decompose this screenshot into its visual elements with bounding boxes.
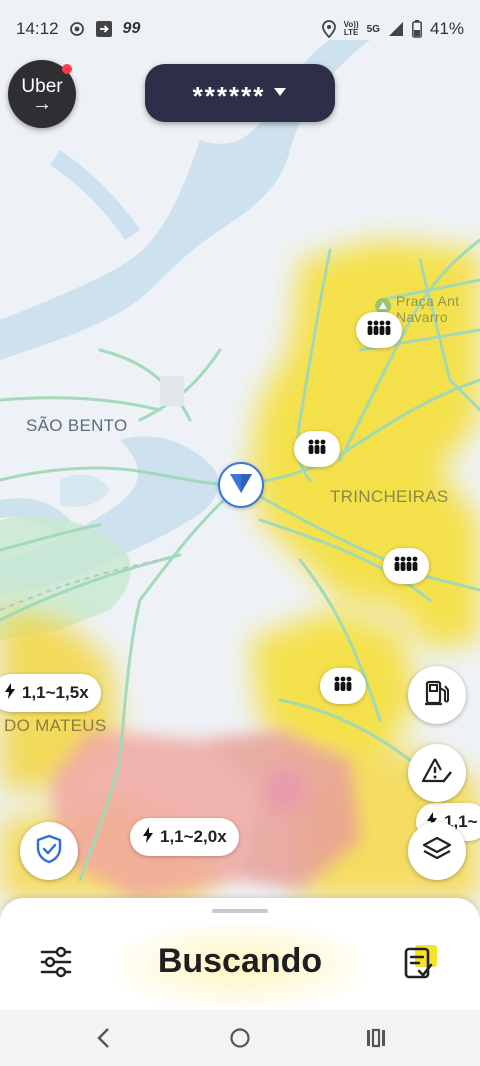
poi-line-1: Praça Ant bbox=[396, 293, 460, 309]
battery-percent: 41% bbox=[429, 19, 464, 38]
map-label-do-mateus: DO MATEUS bbox=[4, 716, 107, 735]
back-button[interactable] bbox=[89, 1023, 119, 1053]
task-list-icon bbox=[401, 943, 439, 986]
crowd-marker[interactable] bbox=[294, 431, 340, 467]
volte-indicator: Vo)) LTE bbox=[344, 21, 359, 37]
exit-box-icon bbox=[95, 20, 113, 38]
poi-line-2: Navarro bbox=[396, 309, 448, 325]
battery-icon bbox=[412, 20, 422, 38]
signal-icon bbox=[388, 21, 404, 37]
warning-icon bbox=[421, 756, 453, 791]
back-chevron-icon bbox=[97, 1028, 109, 1048]
system-nav-bar bbox=[0, 1010, 480, 1066]
crowd-icon bbox=[393, 556, 419, 577]
app-badge-99: 99 bbox=[122, 20, 141, 37]
bottom-sheet[interactable]: Buscando bbox=[0, 898, 480, 1010]
status-bar: 14:12 99 Vo)) LTE 5G 41% bbox=[0, 0, 480, 58]
crowd-icon bbox=[307, 439, 327, 460]
location-target-icon bbox=[69, 21, 85, 37]
network-type: 5G bbox=[366, 23, 380, 35]
recents-icon bbox=[367, 1028, 385, 1048]
map-label-sao-bento: SÃO BENTO bbox=[26, 416, 128, 435]
earnings-toggle[interactable]: ****** bbox=[145, 64, 335, 122]
notification-dot bbox=[62, 64, 72, 74]
status-left: 14:12 99 bbox=[16, 19, 140, 39]
crowd-icon bbox=[366, 320, 392, 341]
map-label-poi: Praça Ant Navarro bbox=[396, 293, 459, 325]
report-alert-button[interactable] bbox=[408, 744, 466, 802]
trip-requests-button[interactable] bbox=[400, 944, 440, 984]
earnings-masked-value: ****** bbox=[192, 80, 266, 111]
crowd-marker[interactable] bbox=[320, 668, 366, 704]
layers-icon bbox=[422, 835, 452, 868]
surge-multiplier: 1,1~1,5x bbox=[22, 683, 89, 702]
shield-check-icon bbox=[35, 834, 63, 869]
location-pin-icon bbox=[321, 20, 336, 38]
sheet-drag-handle[interactable] bbox=[212, 909, 268, 913]
home-button[interactable] bbox=[225, 1023, 255, 1053]
status-right: Vo)) LTE 5G 41% bbox=[321, 19, 464, 39]
driver-status-text: Buscando bbox=[157, 942, 323, 980]
fuel-pump-icon bbox=[422, 678, 452, 713]
status-time: 14:12 bbox=[16, 19, 59, 38]
volte-bottom: LTE bbox=[343, 28, 359, 37]
lightning-icon bbox=[4, 682, 16, 704]
recents-button[interactable] bbox=[361, 1023, 391, 1053]
surge-multiplier: 1,1~2,0x bbox=[160, 827, 227, 846]
sliders-icon bbox=[39, 946, 73, 983]
home-circle-icon bbox=[230, 1028, 250, 1048]
current-location-marker[interactable] bbox=[218, 462, 264, 508]
map-label-trincheiras: TRINCHEIRAS bbox=[330, 487, 449, 506]
lightning-icon bbox=[142, 826, 154, 848]
uber-app-button[interactable]: Uber → bbox=[8, 60, 76, 128]
crowd-marker[interactable] bbox=[383, 548, 429, 584]
safety-button[interactable] bbox=[20, 822, 78, 880]
navigation-arrow-icon bbox=[229, 472, 253, 499]
surge-badge[interactable]: 1,1~2,0x bbox=[130, 818, 239, 856]
arrow-right-icon: → bbox=[32, 92, 52, 115]
map-layers-button[interactable] bbox=[408, 822, 466, 880]
crowd-marker[interactable] bbox=[356, 312, 402, 348]
caret-down-icon bbox=[273, 84, 287, 102]
crowd-icon bbox=[333, 676, 353, 697]
surge-badge[interactable]: 1,1~1,5x bbox=[0, 674, 101, 712]
filters-button[interactable] bbox=[36, 944, 76, 984]
fuel-button[interactable] bbox=[408, 666, 466, 724]
